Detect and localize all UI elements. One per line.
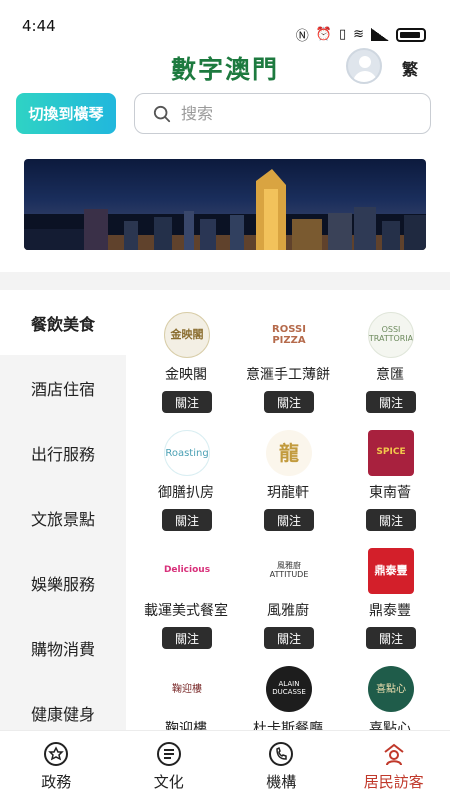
banner-image[interactable] bbox=[24, 159, 426, 250]
merchant-logo: OSSI TRATTORIA bbox=[368, 312, 414, 358]
institution-icon bbox=[269, 742, 294, 766]
merchant-card[interactable]: 喜點心 喜點心 bbox=[330, 644, 450, 730]
government-icon bbox=[44, 742, 69, 766]
category-item-transport[interactable]: 出行服務 bbox=[0, 420, 126, 485]
category-item-entertainment[interactable]: 娛樂服務 bbox=[0, 550, 126, 615]
app-title: 數字澳門 bbox=[170, 55, 279, 84]
merchant-logo: Roasting bbox=[164, 430, 210, 476]
merchant-logo: 龍 bbox=[266, 430, 312, 476]
search-input[interactable] bbox=[181, 104, 401, 123]
nav-label: 機構 bbox=[266, 773, 297, 791]
nav-item-institution[interactable]: 機構 bbox=[225, 731, 338, 800]
search-box[interactable] bbox=[134, 93, 431, 134]
bottom-navigation: 政務 文化 機構 居民訪客 bbox=[0, 730, 450, 800]
merchant-name: 意匯 bbox=[376, 367, 404, 383]
city-skyline-illustration bbox=[24, 169, 426, 250]
resident-visitor-icon bbox=[384, 743, 404, 766]
merchant-name: 喜點心 bbox=[369, 721, 411, 730]
nav-label: 居民訪客 bbox=[363, 773, 424, 791]
search-icon bbox=[153, 105, 171, 122]
merchant-logo: ROSSI PIZZA bbox=[266, 312, 312, 358]
alarm-icon: ⏰ bbox=[315, 27, 332, 42]
category-item-attractions[interactable]: 文旅景點 bbox=[0, 485, 126, 550]
avatar[interactable] bbox=[346, 48, 382, 84]
merchant-logo: 喜點心 bbox=[368, 666, 414, 712]
merchant-card[interactable]: SPICE 東南薈 關注 bbox=[330, 408, 450, 531]
merchant-logo: ALAIN DUCASSE bbox=[266, 666, 312, 712]
merchant-name: 東南薈 bbox=[369, 485, 411, 501]
merchant-logo: 金映閣 bbox=[164, 312, 210, 358]
language-toggle[interactable]: 繁 bbox=[402, 56, 418, 80]
category-sidebar: 餐飲美食 酒店住宿 出行服務 文旅景點 娛樂服務 購物消費 健康健身 bbox=[0, 290, 126, 745]
nav-label: 政務 bbox=[41, 773, 72, 791]
nfc-icon: Ⓝ bbox=[295, 29, 309, 44]
wifi-icon: ≋ bbox=[353, 27, 364, 42]
nav-item-government[interactable]: 政務 bbox=[0, 731, 113, 800]
merchant-logo: 風雅廚 ATTITUDE bbox=[266, 548, 312, 594]
signal-icon bbox=[371, 28, 389, 41]
culture-icon bbox=[156, 742, 181, 766]
category-item-hotels[interactable]: 酒店住宿 bbox=[0, 355, 126, 420]
battery-icon bbox=[396, 27, 426, 42]
nav-item-resident-visitor[interactable]: 居民訪客 bbox=[338, 731, 450, 800]
merchant-grid: 金映閣 金映閣 關注 ROSSI PIZZA 意滙手工薄餅 關注 OSSI TR… bbox=[126, 290, 450, 730]
merchant-name: 鼎泰豐 bbox=[369, 603, 411, 619]
avatar-head bbox=[359, 56, 371, 68]
merchant-logo: 鞠迎樓 bbox=[164, 666, 210, 712]
merchant-logo: Delicious bbox=[164, 548, 210, 594]
merchant-logo: SPICE bbox=[368, 430, 414, 476]
nav-item-culture[interactable]: 文化 bbox=[113, 731, 226, 800]
nav-label: 文化 bbox=[153, 773, 184, 791]
section-divider bbox=[0, 272, 450, 290]
vibrate-icon: ▯ bbox=[338, 27, 347, 42]
merchant-card[interactable]: OSSI TRATTORIA 意匯 關注 bbox=[330, 290, 450, 413]
header: 數字澳門 繁 bbox=[0, 44, 450, 92]
switch-to-hengqin-button[interactable]: 切換到橫琴 bbox=[16, 93, 116, 134]
merchant-logo: 鼎泰豐 bbox=[368, 548, 414, 594]
category-item-dining[interactable]: 餐飲美食 bbox=[0, 290, 126, 355]
category-item-shopping[interactable]: 購物消費 bbox=[0, 615, 126, 680]
merchant-card[interactable]: 鼎泰豐 鼎泰豐 關注 bbox=[330, 526, 450, 649]
